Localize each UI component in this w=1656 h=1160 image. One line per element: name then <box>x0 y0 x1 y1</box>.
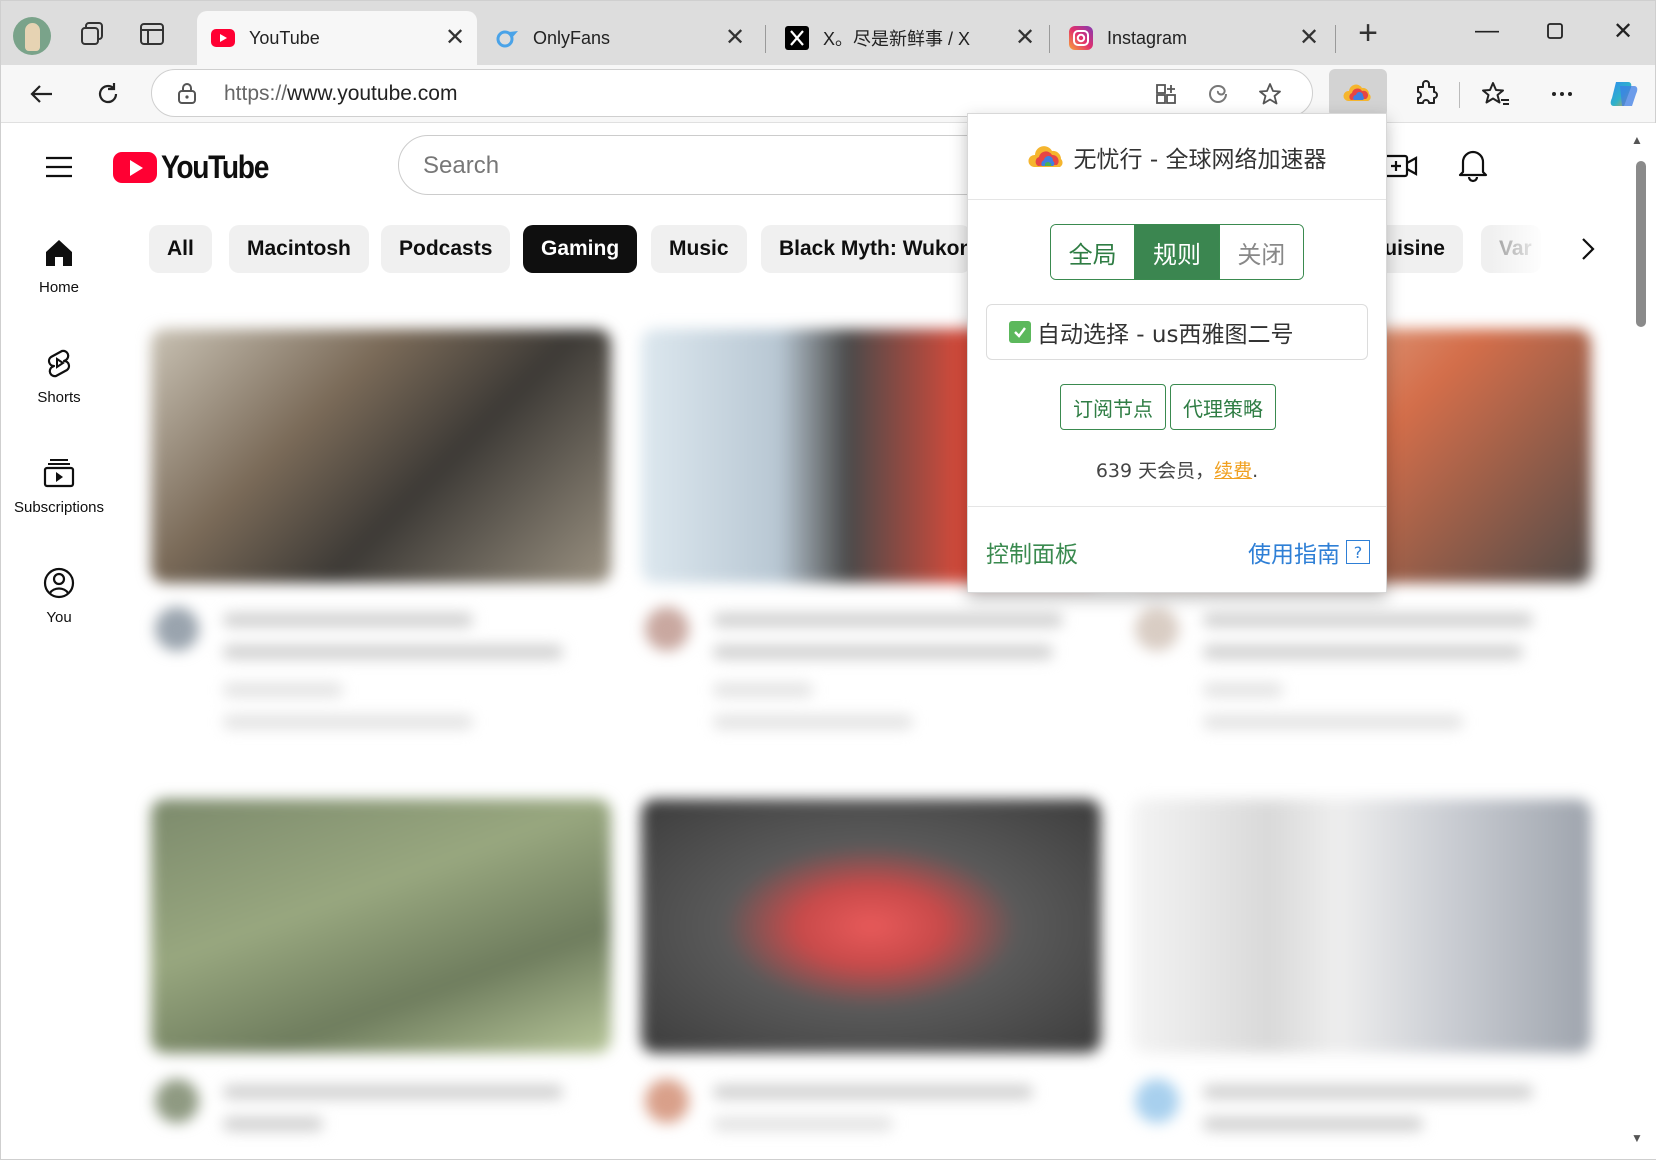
new-tab-button[interactable]: + <box>1353 16 1383 50</box>
toolbar-divider <box>1459 82 1460 108</box>
checkbox-checked-icon[interactable] <box>1009 321 1031 343</box>
tab-x[interactable]: X。尽是新鲜事 / X ✕ <box>771 11 1047 65</box>
membership-suffix: . <box>1252 460 1259 482</box>
mode-rule-button[interactable]: 规则 <box>1135 225 1220 279</box>
channel-avatar[interactable] <box>645 607 689 651</box>
tab-separator <box>1049 25 1050 53</box>
browser-window: YouTube ✕ OnlyFans ✕ X。尽是新鲜事 / X ✕ Insta… <box>0 0 1656 1160</box>
more-options-icon[interactable] <box>1543 75 1581 113</box>
video-title-line <box>1203 645 1523 659</box>
close-window-button[interactable]: ✕ <box>1605 17 1641 49</box>
tab-separator <box>765 25 766 53</box>
video-title-line <box>223 1117 323 1131</box>
video-thumbnail[interactable] <box>1131 799 1591 1053</box>
x-favicon-icon <box>785 26 809 50</box>
membership-status: 639 天会员，续费. <box>968 456 1386 483</box>
video-grid <box>1 123 1633 1159</box>
tab-youtube[interactable]: YouTube ✕ <box>197 11 477 65</box>
proxy-mode-selector: 全局 规则 关闭 <box>1050 224 1304 280</box>
channel-avatar[interactable] <box>1135 1079 1179 1123</box>
popup-footer: 控制面板 使用指南 ? <box>968 506 1386 594</box>
channel-avatar[interactable] <box>155 607 199 651</box>
help-question-icon: ? <box>1346 540 1370 564</box>
tab-actions-icon[interactable] <box>137 19 167 49</box>
app-available-icon[interactable] <box>1152 80 1180 108</box>
youtube-favicon-icon <box>211 26 235 50</box>
extensions-icon[interactable] <box>1407 75 1445 113</box>
auto-select-node[interactable]: 自动选择 - us西雅图二号 <box>986 304 1368 360</box>
close-tab-icon[interactable]: ✕ <box>723 26 747 50</box>
tab-separator <box>1335 25 1336 53</box>
auto-select-label: 自动选择 - us西雅图二号 <box>1037 322 1294 348</box>
scroll-down-arrow-icon[interactable]: ▼ <box>1631 1131 1643 1145</box>
tab-strip: YouTube ✕ OnlyFans ✕ X。尽是新鲜事 / X ✕ Insta… <box>1 1 1655 65</box>
onlyfans-favicon-icon <box>495 26 519 50</box>
video-title-line <box>223 613 473 627</box>
profile-avatar[interactable] <box>13 17 51 55</box>
minimize-button[interactable]: — <box>1469 17 1505 49</box>
cloud-logo-icon <box>1028 145 1063 167</box>
workspaces-icon[interactable] <box>77 19 107 49</box>
maximize-button[interactable] <box>1537 17 1573 49</box>
video-title-line <box>223 645 563 659</box>
video-title-line <box>1203 1085 1533 1099</box>
membership-days: 639 天会员， <box>1095 460 1215 482</box>
video-title-line <box>713 613 1063 627</box>
video-title-line <box>713 1085 1033 1099</box>
vpn-extension-popup: 无忧行 - 全球网络加速器 全局 规则 关闭 自动选择 - us西雅图二号 订阅… <box>967 113 1387 593</box>
close-tab-icon[interactable]: ✕ <box>443 26 467 50</box>
cloud-logo-icon <box>1343 84 1371 101</box>
video-meta-line <box>713 1117 893 1131</box>
lock-icon[interactable] <box>176 81 198 110</box>
edge-refresh-icon[interactable] <box>1204 80 1232 108</box>
channel-avatar[interactable] <box>645 1079 689 1123</box>
proxy-policy-button[interactable]: 代理策略 <box>1170 384 1276 430</box>
close-tab-icon[interactable]: ✕ <box>1013 26 1037 50</box>
video-title-line <box>713 645 1053 659</box>
tab-instagram[interactable]: Instagram ✕ <box>1055 11 1331 65</box>
popup-title: 无忧行 - 全球网络加速器 <box>1073 146 1327 173</box>
video-meta-line <box>223 715 473 729</box>
video-meta-line <box>1203 715 1463 729</box>
address-bar[interactable]: https://www.youtube.com <box>151 69 1313 117</box>
url-text: https://www.youtube.com <box>224 82 458 105</box>
mode-global-button[interactable]: 全局 <box>1051 225 1136 279</box>
user-guide-label: 使用指南 <box>1248 542 1340 568</box>
popup-header: 无忧行 - 全球网络加速器 <box>968 114 1386 200</box>
control-panel-link[interactable]: 控制面板 <box>986 535 1078 569</box>
vpn-extension-button[interactable] <box>1329 69 1387 117</box>
video-title-line <box>1203 1117 1423 1131</box>
video-meta-line <box>713 683 813 697</box>
browser-toolbar: https://www.youtube.com <box>1 65 1655 123</box>
scroll-thumb[interactable] <box>1636 161 1646 327</box>
favorites-icon[interactable] <box>1477 75 1515 113</box>
copilot-icon[interactable] <box>1605 75 1643 113</box>
video-thumbnail[interactable] <box>151 799 611 1053</box>
video-title-line <box>1203 613 1533 627</box>
back-button[interactable] <box>23 75 61 113</box>
channel-avatar[interactable] <box>1135 607 1179 651</box>
subscribe-nodes-button[interactable]: 订阅节点 <box>1060 384 1166 430</box>
refresh-button[interactable] <box>89 75 127 113</box>
video-title-line <box>223 1085 563 1099</box>
tab-onlyfans[interactable]: OnlyFans ✕ <box>481 11 757 65</box>
user-guide-link[interactable]: 使用指南 ? <box>1248 535 1370 569</box>
video-thumbnail[interactable] <box>641 799 1101 1053</box>
video-meta-line <box>1203 683 1283 697</box>
video-meta-line <box>223 683 343 697</box>
video-thumbnail[interactable] <box>151 329 611 583</box>
close-tab-icon[interactable]: ✕ <box>1297 26 1321 50</box>
video-meta-line <box>713 715 913 729</box>
mode-off-button[interactable]: 关闭 <box>1219 225 1303 279</box>
scroll-up-arrow-icon[interactable]: ▲ <box>1631 133 1643 147</box>
instagram-favicon-icon <box>1069 26 1093 50</box>
youtube-page: YouTube Search Home Shorts Subscriptions… <box>1 123 1633 1159</box>
favorite-star-icon[interactable] <box>1256 80 1284 108</box>
renew-link[interactable]: 续费 <box>1214 460 1252 482</box>
channel-avatar[interactable] <box>155 1079 199 1123</box>
